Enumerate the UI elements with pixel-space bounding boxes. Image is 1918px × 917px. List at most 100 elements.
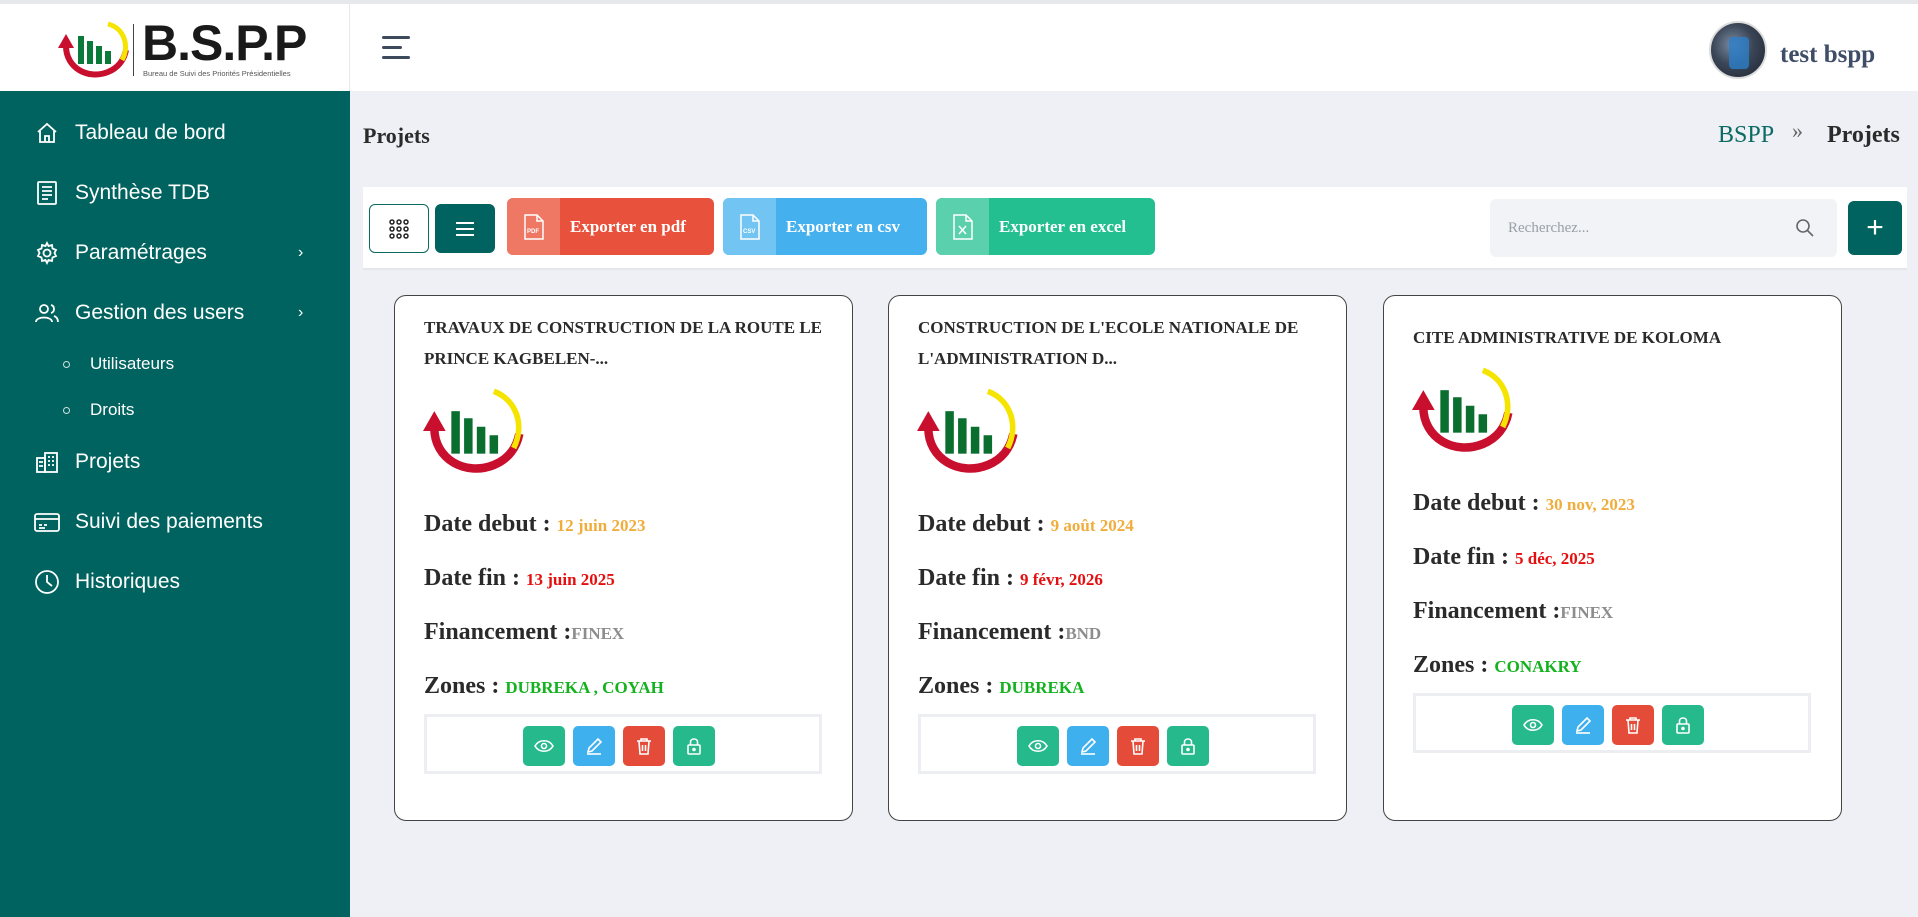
lock-icon: [1181, 738, 1195, 755]
delete-button[interactable]: [623, 726, 665, 766]
project-title: CITE ADMINISTRATIVE DE KOLOMA: [1413, 328, 1722, 347]
date-fin-label: Date fin :: [918, 565, 1020, 591]
export-csv-label: Exporter en csv: [786, 216, 900, 236]
date-fin-row: Date fin : 13 juin 2025: [424, 565, 615, 592]
page-title: Projets: [363, 123, 430, 148]
delete-button[interactable]: [1612, 705, 1654, 745]
sidebar-item-suivi-des-paiements[interactable]: Suivi des paiements: [0, 498, 350, 546]
sidebar-item-parametrages[interactable]: Paramétrages ›: [0, 229, 350, 277]
export-excel-button[interactable]: Exporter en excel: [936, 198, 1155, 255]
avatar[interactable]: [1709, 21, 1767, 79]
sidebar-item-label: Projets: [75, 450, 141, 473]
search-icon[interactable]: [1795, 218, 1815, 238]
view-button[interactable]: [1017, 726, 1059, 766]
zones-value: CONAKRY: [1494, 657, 1582, 676]
excel-file-icon: [936, 198, 989, 255]
project-card: CONSTRUCTION DE L'ECOLE NATIONALE DE L'A…: [888, 295, 1347, 821]
sidebar-item-synthese-tdb[interactable]: Synthèse TDB: [0, 169, 350, 217]
sidebar-item-projets[interactable]: Projets: [0, 438, 350, 486]
edit-button[interactable]: [1562, 705, 1604, 745]
date-fin-value: 9 févr, 2026: [1019, 570, 1103, 589]
date-debut-label: Date debut :: [1413, 490, 1546, 516]
eye-icon: [1523, 718, 1543, 732]
list-icon: [456, 221, 474, 236]
eye-icon: [534, 739, 554, 753]
pencil-icon: [586, 737, 603, 755]
user-name[interactable]: test bspp: [1780, 41, 1875, 69]
permissions-button[interactable]: [1662, 705, 1704, 745]
sidebar-subitem-utilisateurs[interactable]: Utilisateurs: [0, 346, 350, 382]
toolbar: PDF Exporter en pdf CSV Exporter en csv …: [363, 187, 1907, 270]
project-card: TRAVAUX DE CONSTRUCTION DE LA ROUTE LE P…: [394, 295, 853, 821]
gear-icon: [34, 240, 60, 266]
pencil-icon: [1575, 716, 1592, 734]
menu-toggle-icon[interactable]: [382, 36, 410, 60]
lock-icon: [687, 738, 701, 755]
financement-row: Financement :FINEX: [424, 619, 624, 646]
date-debut-row: Date debut : 12 juin 2023: [424, 511, 645, 538]
sidebar-subitem-droits[interactable]: Droits: [0, 392, 350, 428]
sidebar-item-gestion-des-users[interactable]: Gestion des users ›: [0, 289, 350, 337]
brand-logo[interactable]: B.S.P.P Bureau de Suivi des Priorités Pr…: [0, 4, 350, 91]
permissions-button[interactable]: [673, 726, 715, 766]
project-logo-icon: [1412, 367, 1513, 452]
view-button[interactable]: [1512, 705, 1554, 745]
financement-row: Financement :BND: [918, 619, 1101, 646]
list-view-button[interactable]: [435, 204, 495, 253]
zones-row: Zones : DUBREKA: [918, 673, 1084, 700]
breadcrumb-current: Projets: [1827, 122, 1900, 148]
financement-label: Financement :: [918, 619, 1066, 645]
top-bar: B.S.P.P Bureau de Suivi des Priorités Pr…: [0, 0, 1918, 91]
trash-icon: [1131, 738, 1145, 755]
export-csv-button[interactable]: CSV Exporter en csv: [723, 198, 927, 255]
svg-text:PDF: PDF: [527, 229, 539, 235]
date-fin-row: Date fin : 9 févr, 2026: [918, 565, 1103, 592]
financement-value: FINEX: [571, 624, 625, 643]
export-pdf-label: Exporter en pdf: [570, 216, 686, 236]
users-icon: [34, 300, 60, 326]
date-debut-value: 30 nov, 2023: [1545, 495, 1635, 514]
financement-label: Financement :: [1413, 598, 1561, 624]
date-fin-value: 13 juin 2025: [525, 570, 615, 589]
add-project-button[interactable]: +: [1848, 201, 1902, 255]
view-button[interactable]: [523, 726, 565, 766]
zones-row: Zones : DUBREKA , COYAH: [424, 673, 664, 700]
edit-button[interactable]: [573, 726, 615, 766]
zones-value: DUBREKA , COYAH: [505, 678, 664, 697]
buildings-icon: [34, 449, 60, 475]
search-input[interactable]: [1490, 199, 1780, 257]
date-fin-value: 5 déc, 2025: [1514, 549, 1595, 568]
financement-row: Financement :FINEX: [1413, 598, 1613, 625]
sidebar-subitem-label: Droits: [90, 400, 135, 419]
clock-icon: [34, 569, 60, 595]
grid-view-button[interactable]: [369, 204, 429, 253]
bspp-logo-icon: [58, 21, 129, 78]
delete-button[interactable]: [1117, 726, 1159, 766]
project-logo-icon: [423, 388, 524, 473]
sidebar-item-historiques[interactable]: Historiques: [0, 558, 350, 606]
card-actions: [424, 714, 822, 774]
sidebar-item-tableau-de-bord[interactable]: Tableau de bord: [0, 109, 350, 157]
export-pdf-button[interactable]: PDF Exporter en pdf: [507, 198, 714, 255]
zones-value: DUBREKA: [999, 678, 1085, 697]
sidebar-item-label: Suivi des paiements: [75, 510, 263, 533]
brand-subtitle: Bureau de Suivi des Priorités Présidenti…: [143, 69, 291, 78]
breadcrumb-home-link[interactable]: BSPP: [1718, 122, 1774, 149]
breadcrumb-separator: »: [1792, 118, 1803, 143]
payment-card-icon: [34, 509, 60, 535]
date-debut-value: 12 juin 2023: [556, 516, 646, 535]
date-debut-label: Date debut :: [918, 511, 1051, 537]
project-logo-icon: [917, 388, 1018, 473]
edit-button[interactable]: [1067, 726, 1109, 766]
trash-icon: [637, 738, 651, 755]
financement-value: BND: [1065, 624, 1102, 643]
card-actions: [918, 714, 1316, 774]
bullet-icon: [63, 406, 70, 414]
eye-icon: [1028, 739, 1048, 753]
permissions-button[interactable]: [1167, 726, 1209, 766]
zones-label: Zones :: [1413, 652, 1495, 678]
chevron-right-icon: ›: [298, 304, 304, 321]
date-debut-row: Date debut : 30 nov, 2023: [1413, 490, 1635, 517]
bullet-icon: [63, 360, 70, 368]
sidebar-item-label: Tableau de bord: [75, 121, 226, 144]
